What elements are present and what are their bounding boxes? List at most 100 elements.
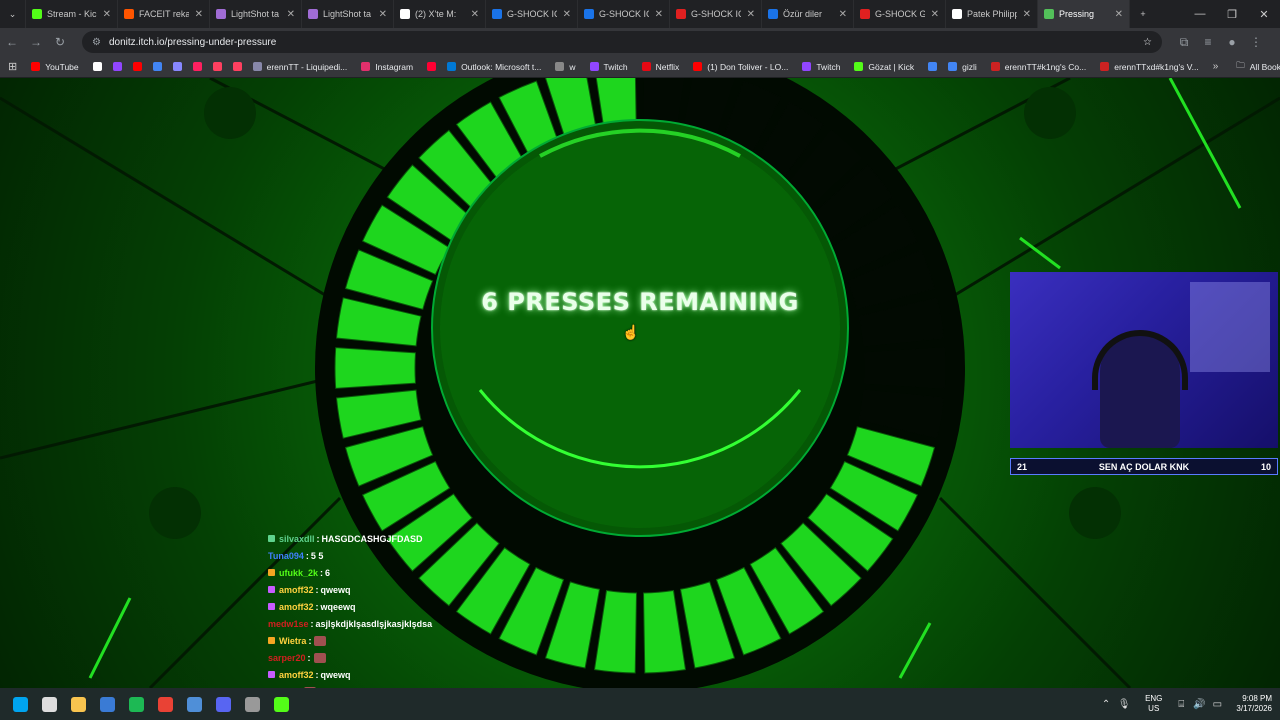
- reload-icon[interactable]: ↻: [48, 35, 72, 49]
- tab-close-icon[interactable]: ✕: [471, 9, 479, 20]
- bookmark-item[interactable]: [928, 62, 942, 71]
- bookmark-label: Twitch: [603, 61, 628, 72]
- bookmark-item[interactable]: [192, 62, 207, 71]
- tab-close-icon[interactable]: ✕: [655, 9, 663, 20]
- app2-icon[interactable]: [267, 688, 296, 720]
- bookmark-item[interactable]: Netflix: [641, 62, 679, 72]
- browser-tab[interactable]: Stream - Kick ✕: [26, 0, 118, 28]
- bookmark-item[interactable]: Twitch: [589, 61, 628, 72]
- tab-favicon-icon: [32, 9, 42, 19]
- browser-tab[interactable]: Patek Philipp ✕: [946, 0, 1038, 28]
- tab-close-icon[interactable]: ✕: [839, 9, 847, 20]
- extensions-icon[interactable]: ⧉: [1172, 35, 1196, 50]
- windows-start-icon[interactable]: [6, 688, 35, 720]
- bookmark-item[interactable]: erennTTxd#k1ng's V...: [1100, 62, 1199, 72]
- tab-close-icon[interactable]: ✕: [563, 9, 571, 20]
- chat-badge-icon: [268, 586, 275, 593]
- browser-tab[interactable]: FACEIT rekab ✕: [118, 0, 210, 28]
- chat-badge-icon: [268, 535, 275, 542]
- network-icon[interactable]: ⌸: [1172, 699, 1190, 710]
- game-viewport[interactable]: 6 PRESSES REMAINING ☝ 21 SEN AÇ DOLAR KN…: [0, 78, 1280, 688]
- bookmark-item[interactable]: [92, 62, 107, 71]
- microphone-icon[interactable]: 🎙: [1115, 699, 1133, 710]
- file-explorer-icon[interactable]: [64, 688, 93, 720]
- bookmark-item[interactable]: [152, 62, 167, 71]
- bookmark-item[interactable]: erennTT#k1ng's Co...: [990, 61, 1087, 72]
- bookmark-item[interactable]: [112, 62, 127, 71]
- bookmark-item[interactable]: [427, 62, 441, 71]
- volume-icon[interactable]: 🔊: [1190, 699, 1208, 710]
- bookmark-item[interactable]: erennTT - Liquipedi...: [252, 62, 347, 72]
- clock[interactable]: 9:08 PM 3/17/2026: [1236, 694, 1272, 714]
- browser-tab[interactable]: LightShot ta ✕: [302, 0, 394, 28]
- tab-favicon-icon: [676, 9, 686, 19]
- bookmark-item[interactable]: (1) Don Toliver - LO...: [693, 62, 788, 72]
- bookmark-favicon-icon: [212, 62, 222, 71]
- bookmark-item[interactable]: [232, 62, 247, 71]
- browser-tab[interactable]: (2) X'te M: ✕: [394, 0, 486, 28]
- chat-emote-icon: [314, 635, 327, 646]
- bookmark-favicon-icon: [447, 62, 457, 71]
- browser-tab[interactable]: LightShot ta ✕: [210, 0, 302, 28]
- chrome-icon[interactable]: [151, 688, 180, 720]
- browser-tab[interactable]: G-SHOCK IC ✕: [670, 0, 762, 28]
- chat-separator: :: [308, 635, 312, 646]
- store-icon[interactable]: [93, 688, 122, 720]
- new-tab-button[interactable]: +: [1130, 0, 1156, 28]
- minimize-icon[interactable]: —: [1184, 8, 1216, 21]
- browser-tab[interactable]: Özür diler ✕: [762, 0, 854, 28]
- tab-search-button[interactable]: ⌄: [0, 0, 26, 28]
- browser-tab[interactable]: G-SHOCK IC ✕: [486, 0, 578, 28]
- language-indicator[interactable]: ENG US: [1145, 694, 1162, 714]
- tab-close-icon[interactable]: ✕: [379, 9, 387, 20]
- bookmark-star-icon[interactable]: ☆: [1143, 37, 1152, 48]
- back-icon[interactable]: ←: [0, 35, 24, 49]
- bookmark-item[interactable]: [212, 62, 227, 71]
- bookmark-label: erennTT#k1ng's Co...: [1004, 61, 1087, 72]
- caption-text: SEN AÇ DOLAR KNK: [1098, 461, 1190, 472]
- browser-tab[interactable]: G-SHOCK G ✕: [854, 0, 946, 28]
- bookmark-item[interactable]: [172, 62, 187, 71]
- tab-close-icon[interactable]: ✕: [1023, 9, 1031, 20]
- bookmark-item[interactable]: w: [555, 62, 576, 72]
- tab-close-icon[interactable]: ✕: [103, 9, 111, 20]
- chevron-down-icon: ⌄: [8, 8, 17, 19]
- forward-icon[interactable]: →: [24, 35, 48, 49]
- browser-tab[interactable]: G-SHOCK IC ✕: [578, 0, 670, 28]
- bookmark-item[interactable]: [132, 62, 147, 71]
- chat-separator: :: [305, 550, 309, 561]
- bookmark-item[interactable]: Twitch: [802, 62, 840, 72]
- settings-icon-glyph: [245, 696, 260, 712]
- tab-close-icon[interactable]: ✕: [195, 9, 203, 20]
- browser-tab[interactable]: Pressing ✕: [1038, 0, 1130, 28]
- tab-close-icon[interactable]: ✕: [747, 9, 755, 20]
- apps-grid-icon[interactable]: ⊞: [8, 60, 17, 73]
- search-icon[interactable]: [35, 688, 64, 720]
- bookmark-item[interactable]: Outlook: Microsoft t...: [447, 62, 541, 72]
- spotify-icon[interactable]: [122, 688, 151, 720]
- tab-close-icon[interactable]: ✕: [287, 9, 295, 20]
- media-control-icon[interactable]: ≡: [1196, 35, 1220, 49]
- site-info-icon[interactable]: ⚙: [92, 37, 101, 48]
- bookmark-favicon-icon: [132, 62, 142, 71]
- all-bookmarks-button[interactable]: 🗀 All Bookmarks: [1236, 60, 1280, 74]
- battery-icon[interactable]: ▭: [1208, 699, 1226, 710]
- tab-close-icon[interactable]: ✕: [931, 9, 939, 20]
- bookmark-item[interactable]: gizli: [948, 62, 977, 72]
- bookmark-item[interactable]: Gözat | Kick: [854, 62, 914, 72]
- url-field[interactable]: ⚙ donitz.itch.io/pressing-under-pressure…: [82, 31, 1162, 53]
- app-icon[interactable]: [180, 688, 209, 720]
- bookmark-item[interactable]: Instagram: [361, 62, 413, 72]
- bookmark-item[interactable]: YouTube: [31, 62, 79, 72]
- caption-right-number: 10: [1260, 461, 1271, 472]
- tray-overflow-icon[interactable]: ⌃: [1097, 699, 1115, 710]
- discord-icon[interactable]: [209, 688, 238, 720]
- bookmarks-overflow-icon[interactable]: »: [1213, 61, 1219, 72]
- chat-username: amoff32: [279, 584, 314, 595]
- menu-icon[interactable]: ⋮: [1244, 35, 1268, 49]
- tab-close-icon[interactable]: ✕: [1115, 9, 1123, 20]
- profile-icon[interactable]: ●: [1220, 35, 1244, 49]
- settings-icon[interactable]: [238, 688, 267, 720]
- maximize-icon[interactable]: ❐: [1216, 8, 1248, 21]
- close-icon[interactable]: ✕: [1248, 8, 1280, 21]
